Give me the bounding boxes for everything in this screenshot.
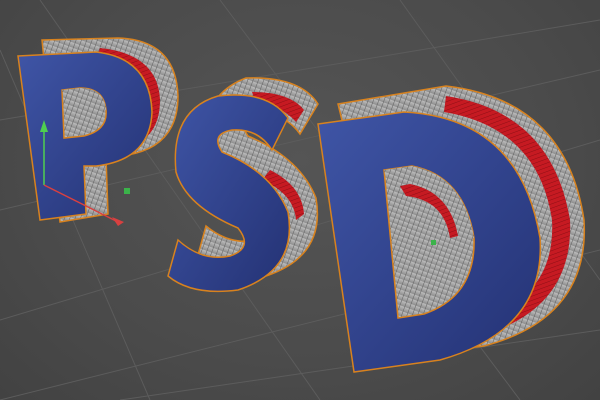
3d-viewport[interactable] <box>0 0 600 400</box>
move-axis-x-arrow <box>112 217 124 226</box>
object-pivot-icon[interactable] <box>124 188 130 194</box>
scene-point-marker[interactable] <box>431 240 436 245</box>
letter-s-face <box>167 94 291 293</box>
letter-d[interactable] <box>317 85 586 373</box>
letter-p-face <box>17 51 153 221</box>
letter-s[interactable] <box>167 77 319 293</box>
